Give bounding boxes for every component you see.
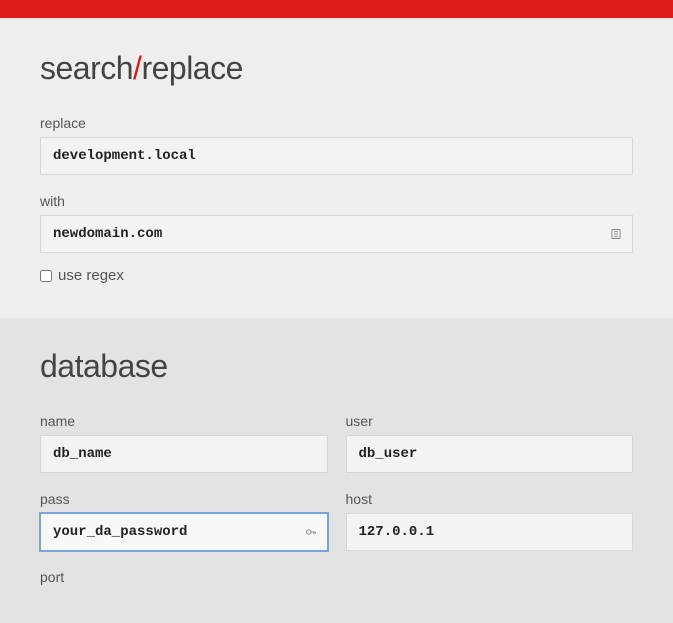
db-name-input[interactable] <box>40 435 328 473</box>
database-section: database name user pass <box>0 318 673 623</box>
db-pass-input[interactable] <box>40 513 328 551</box>
title-search: search <box>40 50 133 86</box>
search-replace-section: search/replace replace with use regex <box>0 18 673 318</box>
contacts-icon[interactable] <box>609 227 623 241</box>
with-input[interactable] <box>40 215 633 253</box>
replace-label: replace <box>40 115 633 131</box>
database-heading: database <box>40 348 633 385</box>
db-name-label: name <box>40 413 328 429</box>
page-title: search/replace <box>40 50 633 87</box>
db-pass-label: pass <box>40 491 328 507</box>
db-port-label: port <box>40 569 328 585</box>
db-host-input[interactable] <box>346 513 634 551</box>
title-replace: replace <box>141 50 242 86</box>
key-icon[interactable] <box>304 525 318 539</box>
regex-checkbox[interactable] <box>40 270 52 282</box>
regex-checkbox-label[interactable]: use regex <box>58 267 124 284</box>
top-bar <box>0 0 673 18</box>
db-host-label: host <box>346 491 634 507</box>
with-label: with <box>40 193 633 209</box>
replace-input[interactable] <box>40 137 633 175</box>
db-user-label: user <box>346 413 634 429</box>
db-user-input[interactable] <box>346 435 634 473</box>
